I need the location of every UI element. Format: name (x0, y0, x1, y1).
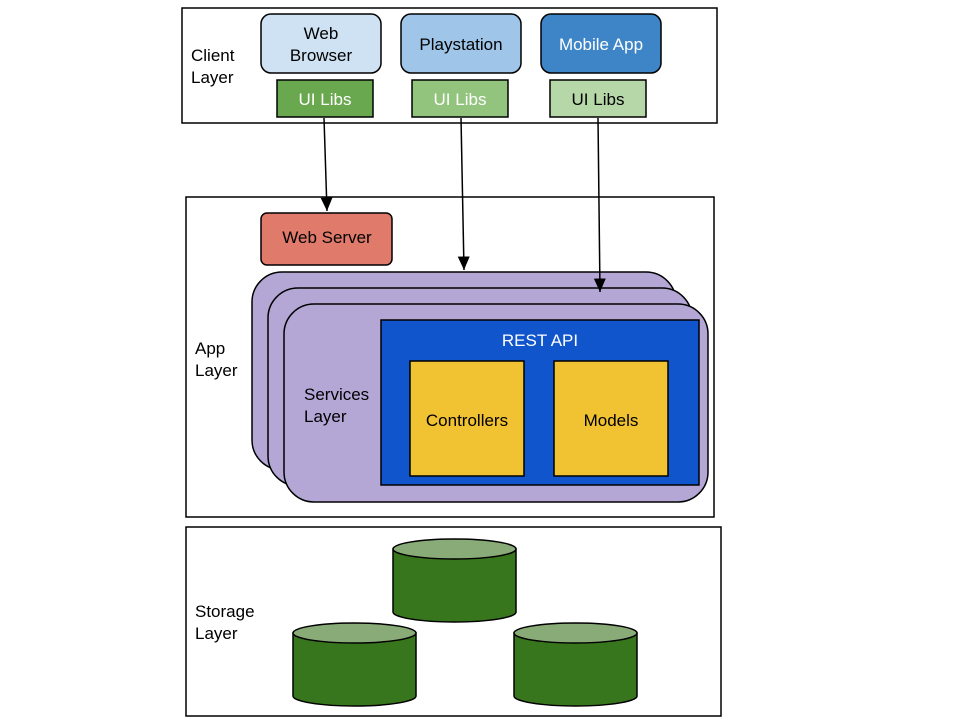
client-playstation: Playstation (400, 13, 522, 74)
app-layer: App Layer Web Server Services Layer REST… (185, 196, 715, 518)
svg-text:Playstation: Playstation (419, 35, 502, 54)
storage-layer: Storage Layer (185, 526, 722, 717)
svg-text:REST API: REST API (502, 331, 578, 350)
svg-text:UI Libs: UI Libs (434, 90, 487, 109)
ui-libs-mobile: UI Libs (549, 79, 647, 118)
svg-text:UI Libs: UI Libs (299, 90, 352, 109)
web-server: Web Server (260, 212, 393, 266)
client-layer: Client Layer Web Browser Playstation Mobi… (181, 7, 718, 124)
models: Models (553, 360, 669, 477)
svg-text:UI Libs: UI Libs (572, 90, 625, 109)
svg-text:Web Server: Web Server (282, 228, 372, 247)
database-icon (392, 538, 517, 623)
client-web-browser: Web Browser (260, 13, 382, 74)
svg-text:Controllers: Controllers (426, 411, 508, 430)
database-icon (513, 622, 638, 707)
ui-libs-playstation: UI Libs (411, 79, 509, 118)
controllers: Controllers (409, 360, 525, 477)
client-mobile-app: Mobile App (540, 13, 662, 74)
architecture-diagram: Client Layer Web Browser Playstation Mobi… (181, 7, 722, 717)
svg-text:Mobile App: Mobile App (559, 35, 643, 54)
ui-libs-web: UI Libs (276, 79, 374, 118)
database-icon (292, 622, 417, 707)
svg-text:Models: Models (584, 411, 639, 430)
